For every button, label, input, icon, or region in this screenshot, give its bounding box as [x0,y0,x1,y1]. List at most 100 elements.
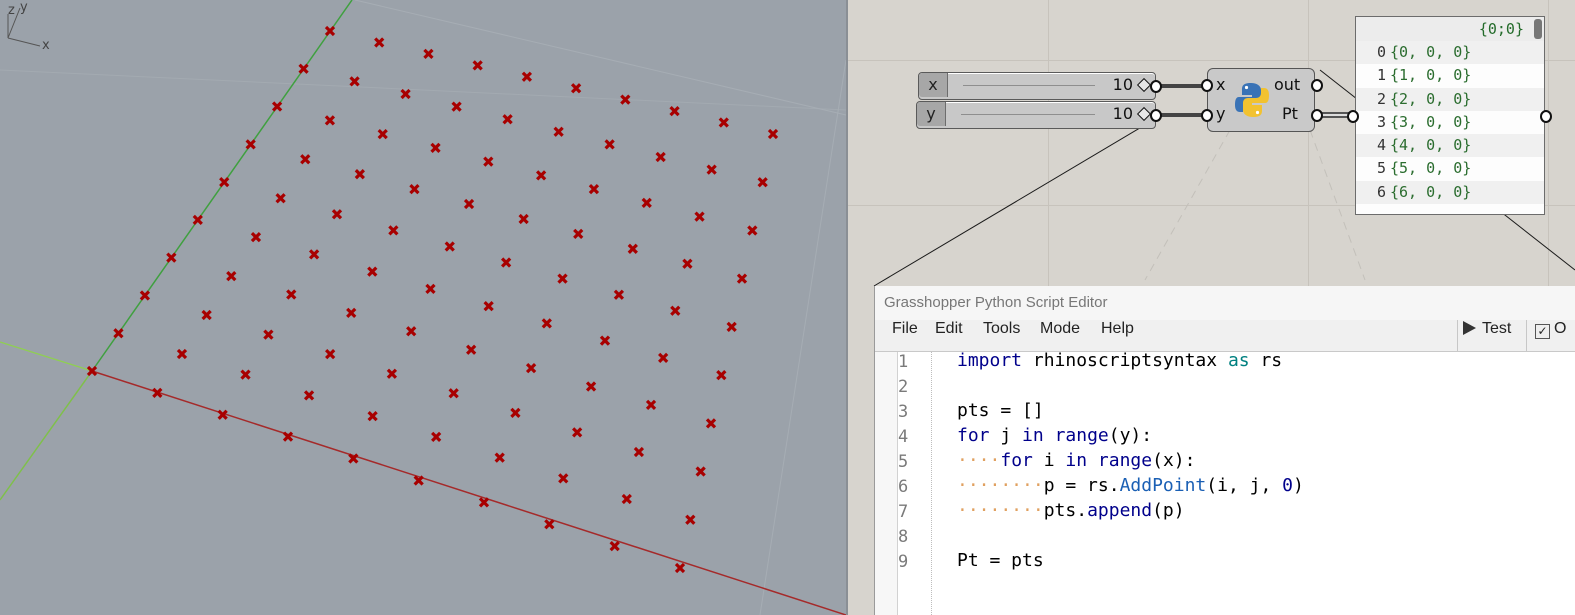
editor-margin [875,352,898,615]
ok-button[interactable]: ✓ O [1535,320,1566,351]
panel-row: 5 {5, 0, 0} [1356,157,1544,180]
code-line-7[interactable]: ········pts.append(p) [957,500,1185,521]
slider-y-handle-icon[interactable] [1136,106,1152,122]
code-token: ) [1292,475,1304,496]
line-number: 2 [898,377,909,397]
code-token: in [1022,425,1044,446]
line-number: 5 [898,452,909,472]
code-token: p = rs. [1043,475,1120,496]
slider-x-handle-icon[interactable] [1136,77,1152,93]
editor-menubar: File Edit Tools Mode Help Test ✓ O [875,320,1575,352]
indent-guide: ········ [957,475,1044,496]
panel-row-index: 0 [1376,43,1386,61]
editor-title: Grasshopper Python Script Editor [875,286,1575,320]
code-token: rhinoscriptsyntax [1022,350,1228,371]
slider-x-label: x [919,73,948,97]
slider-x[interactable]: x 10 [918,72,1162,100]
menu-edit[interactable]: Edit [935,320,963,351]
slider-y-value: 10 [1112,104,1133,123]
code-line-4[interactable]: for j in range(y): [957,425,1152,446]
output-pt-grip[interactable] [1311,109,1323,122]
menu-tools[interactable]: Tools [983,320,1020,351]
panel-row-value: {0, 0, 0} [1390,43,1472,61]
python-script-editor[interactable]: Grasshopper Python Script Editor File Ed… [874,286,1575,615]
slider-x-track[interactable] [963,85,1095,86]
code-token: for [1000,450,1033,471]
line-number: 7 [898,502,909,522]
slider-x-output-grip[interactable] [1150,80,1162,93]
line-number: 3 [898,402,909,422]
output-pt-label[interactable]: Pt [1282,104,1298,123]
panel-row-value: {3, 0, 0} [1390,112,1472,131]
slider-x-value: 10 [1112,75,1133,94]
checkmark-icon: ✓ [1535,324,1550,339]
code-token: (y): [1108,425,1153,446]
panel-row-value: {1, 0, 0} [1390,66,1472,85]
code-line-1[interactable]: import rhinoscriptsyntax as rs [957,350,1282,371]
python-component[interactable]: x y out Pt [1201,68,1323,132]
line-number: 4 [898,427,909,447]
code-token: (x): [1152,450,1196,471]
code-token: pts. [1043,500,1088,521]
panel-scrollbar[interactable] [1534,19,1542,39]
panel-row-index: 3 [1376,112,1386,131]
slider-y[interactable]: y 10 [916,101,1162,129]
panel-row: 1 {1, 0, 0} [1356,64,1544,87]
slider-y-output-grip[interactable] [1150,109,1162,122]
code-token: rs [1249,350,1283,371]
test-button[interactable]: Test [1463,320,1511,351]
code-line-5[interactable]: ····for i in range(x): [957,450,1195,471]
indent-guide: ···· [957,450,1001,471]
input-y-grip[interactable] [1201,109,1213,122]
toolbar-separator [1457,320,1458,351]
panel-row-value: {6, 0, 0} [1390,182,1472,201]
panel-row: 3 {3, 0, 0} [1356,111,1544,134]
code-line-3[interactable]: pts = [] [957,400,1044,421]
panel-row-index: 1 [1376,66,1386,85]
menu-help[interactable]: Help [1101,320,1134,351]
menu-mode[interactable]: Mode [1040,320,1080,351]
code-token: AddPoint [1119,475,1207,496]
play-icon [1463,321,1476,335]
indent-guide: ········ [957,500,1044,521]
line-number: 6 [898,477,909,497]
panel-row: 0 {0, 0, 0} [1356,41,1544,65]
code-line-9[interactable]: Pt = pts [957,550,1044,571]
panel-row-value: {2, 0, 0} [1390,89,1472,108]
panel-row-index: 6 [1376,182,1386,201]
menu-file[interactable]: File [892,320,918,351]
panel-output-grip[interactable] [1540,110,1552,123]
input-y-label[interactable]: y [1216,104,1225,123]
slider-y-track[interactable] [961,114,1095,115]
input-x-label[interactable]: x [1216,75,1225,94]
line-number: 8 [898,527,909,547]
code-token: append [1087,500,1153,521]
editor-connector [873,115,1161,287]
output-out-grip[interactable] [1311,79,1323,92]
output-panel[interactable]: {0;0} 0 {0, 0, 0} 1 {1, 0, 0} 2 {2, 0, 0} 3 {3,… [1355,16,1545,215]
panel-row-index: 5 [1376,159,1386,178]
toolbar-separator [1526,320,1527,351]
code-token: range [1054,425,1109,446]
code-token: (i, j, [1206,475,1283,496]
code-token: import [957,350,1023,371]
panel-path-header: {0;0} [1356,17,1544,41]
test-button-label: Test [1482,320,1512,337]
panel-rows: 0 {0, 0, 0} 1 {1, 0, 0} 2 {2, 0, 0} 3 {3, 0, 0}… [1356,41,1544,205]
output-out-label[interactable]: out [1274,75,1300,94]
code-line-6[interactable]: ········p = rs.AddPoint(i, j, 0) [957,475,1304,496]
line-number: 1 [898,352,909,372]
input-x-grip[interactable] [1201,79,1213,92]
panel-row-value: {4, 0, 0} [1390,136,1472,155]
panel-row: 4 {4, 0, 0} [1356,134,1544,158]
code-token: range [1097,450,1153,471]
code-token: for [957,425,990,446]
code-token: as [1227,350,1250,371]
panel-row: 2 {2, 0, 0} [1356,87,1544,111]
code-token: j [989,425,1023,446]
panel-input-grip[interactable] [1347,110,1359,123]
code-token: (p) [1152,500,1185,521]
slider-y-label: y [917,102,946,126]
